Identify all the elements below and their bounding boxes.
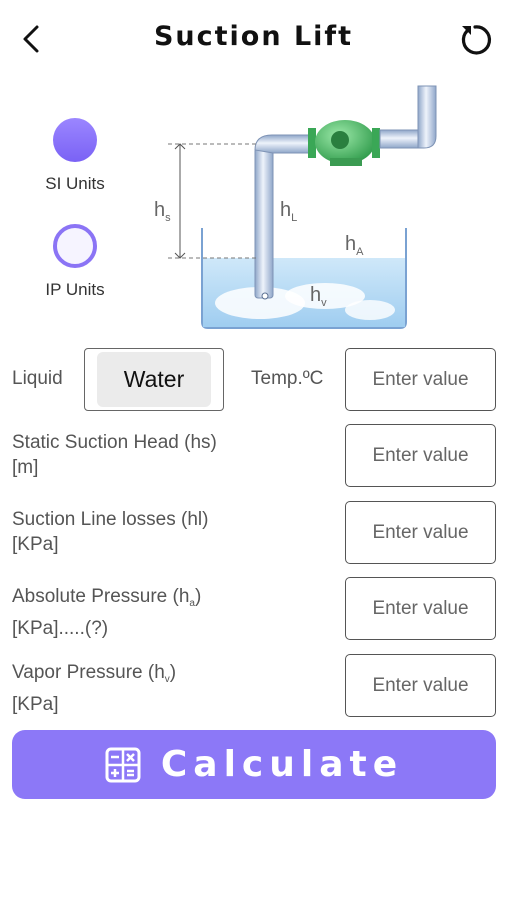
liquid-label: Liquid xyxy=(12,368,63,389)
calculate-button[interactable]: Calculate xyxy=(12,730,496,799)
ha-label: hA xyxy=(345,233,364,258)
si-units-radio[interactable] xyxy=(53,118,97,162)
pump xyxy=(308,120,380,166)
hv-main: h xyxy=(310,284,321,306)
liquid-picker[interactable]: Water xyxy=(84,348,224,411)
suction-lift-diagram: hs hL hA hv xyxy=(154,85,437,329)
hs-main: h xyxy=(154,199,165,221)
hl-label: hL xyxy=(280,199,297,224)
static-head-unit: [m] xyxy=(12,457,39,478)
temp-input[interactable] xyxy=(345,348,496,411)
vapor-pressure-title: Vapor Pressure (hv) xyxy=(12,662,177,685)
liquid-value[interactable]: Water xyxy=(97,352,211,407)
reset-button[interactable] xyxy=(455,20,495,60)
vapor-pressure-input[interactable] xyxy=(345,654,496,717)
si-units-option[interactable]: SI Units xyxy=(20,118,130,194)
temp-label: Temp.ºC xyxy=(251,368,324,389)
ip-units-option[interactable]: IP Units xyxy=(20,224,130,300)
vapor-pressure-label: Vapor Pressure (hv) [KPa] xyxy=(12,660,176,717)
dimension-lines xyxy=(168,143,258,259)
hv-sub: v xyxy=(321,297,327,309)
absolute-pressure-label[interactable]: Absolute Pressure (ha) [KPa].....(?) xyxy=(12,584,201,641)
water-tank xyxy=(201,228,407,329)
absolute-pressure-input[interactable] xyxy=(345,577,496,640)
static-head-input[interactable] xyxy=(345,424,496,487)
ip-units-radio[interactable] xyxy=(53,224,97,268)
si-units-label: SI Units xyxy=(45,174,105,193)
calculate-label: Calculate xyxy=(160,744,404,785)
line-losses-title: Suction Line losses (hl) xyxy=(12,509,209,530)
line-losses-label: Suction Line losses (hl) [KPa] xyxy=(12,507,208,557)
ip-units-label: IP Units xyxy=(45,280,105,299)
absolute-pressure-unit[interactable]: [KPa].....(?) xyxy=(12,616,201,641)
ha-sub: A xyxy=(356,246,364,258)
line-losses-input[interactable] xyxy=(345,501,496,564)
discharge-pipe xyxy=(379,85,437,149)
header: Suction Lift xyxy=(0,0,507,78)
vapor-pressure-unit: [KPa] xyxy=(12,694,59,715)
static-head-label: Static Suction Head (hs) [m] xyxy=(12,430,217,480)
hl-main: h xyxy=(280,199,291,221)
hs-sub: s xyxy=(165,212,171,224)
ha-main: h xyxy=(345,233,356,255)
absolute-pressure-title: Absolute Pressure (ha) xyxy=(12,586,202,609)
hs-label: hs xyxy=(154,199,171,224)
refresh-icon xyxy=(461,25,491,55)
line-losses-unit: [KPa] xyxy=(12,534,59,555)
calculator-icon xyxy=(105,747,141,782)
static-head-title: Static Suction Head (hs) xyxy=(12,432,217,453)
page-title: Suction Lift xyxy=(153,21,354,52)
hl-sub: L xyxy=(291,212,297,224)
